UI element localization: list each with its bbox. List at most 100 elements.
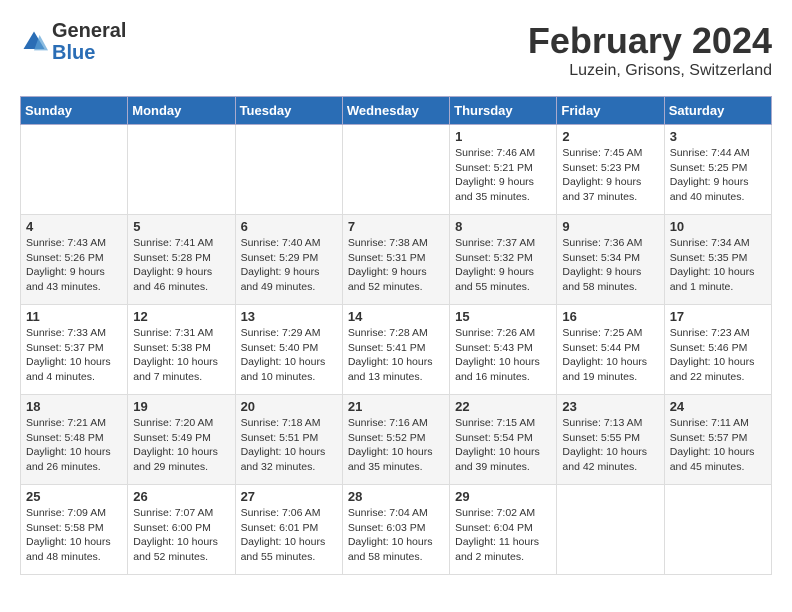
day-header-monday: Monday [128,97,235,125]
day-number: 13 [241,309,337,324]
calendar-cell: 16Sunrise: 7:25 AMSunset: 5:44 PMDayligh… [557,305,664,395]
day-number: 2 [562,129,658,144]
calendar-cell: 1Sunrise: 7:46 AMSunset: 5:21 PMDaylight… [450,125,557,215]
day-number: 26 [133,489,229,504]
calendar-cell: 15 Sunrise: 7:26 AMSunset: 5:43 PMDayligh… [450,305,557,395]
calendar-cell: 29 Sunrise: 7:02 AMSunset: 6:04 PMDayligh… [450,485,557,575]
day-number: 15 [455,309,551,324]
calendar-cell: 21Sunrise: 7:16 AMSunset: 5:52 PMDayligh… [342,395,449,485]
day-number: 12 [133,309,229,324]
calendar-cell: 12 Sunrise: 7:31 AMSunset: 5:38 PMDayligh… [128,305,235,395]
day-number: 17 [670,309,766,324]
day-number: 23 [562,399,658,414]
calendar-cell: 11Sunrise: 7:33 AMSunset: 5:37 PMDayligh… [21,305,128,395]
calendar-cell [128,125,235,215]
day-info: Sunrise: 7:34 AMSunset: 5:35 PMDaylight:… [670,236,766,295]
calendar-cell: 18 Sunrise: 7:21 AMSunset: 5:48 PMDayligh… [21,395,128,485]
day-number: 5 [133,219,229,234]
calendar-week-row: 25 Sunrise: 7:09 AMSunset: 5:58 PMDayligh… [21,485,772,575]
calendar-week-row: 1Sunrise: 7:46 AMSunset: 5:21 PMDaylight… [21,125,772,215]
day-info: Sunrise: 7:11 AMSunset: 5:57 PMDaylight:… [670,416,766,475]
day-header-tuesday: Tuesday [235,97,342,125]
day-info: Sunrise: 7:26 AMSunset: 5:43 PMDaylight:… [455,326,551,385]
day-info: Sunrise: 7:09 AMSunset: 5:58 PMDaylight:… [26,506,122,565]
day-info: Sunrise: 7:02 AMSunset: 6:04 PMDaylight:… [455,506,551,565]
day-header-wednesday: Wednesday [342,97,449,125]
calendar-cell: 3 Sunrise: 7:44 AMSunset: 5:25 PMDaylight… [664,125,771,215]
day-info: Sunrise: 7:28 AMSunset: 5:41 PMDaylight:… [348,326,444,385]
logo: General Blue [20,20,126,64]
title-block: February 2024 Luzein, Grisons, Switzerla… [528,20,772,80]
day-info: Sunrise: 7:15 AMSunset: 5:54 PMDaylight:… [455,416,551,475]
day-number: 21 [348,399,444,414]
day-info: Sunrise: 7:23 AMSunset: 5:46 PMDaylight:… [670,326,766,385]
calendar-cell [342,125,449,215]
day-info: Sunrise: 7:29 AMSunset: 5:40 PMDaylight:… [241,326,337,385]
days-of-week-row: SundayMondayTuesdayWednesdayThursdayFrid… [21,97,772,125]
day-number: 27 [241,489,337,504]
calendar-cell: 2 Sunrise: 7:45 AMSunset: 5:23 PMDaylight… [557,125,664,215]
day-info: Sunrise: 7:37 AMSunset: 5:32 PMDaylight:… [455,236,551,295]
calendar-cell: 19Sunrise: 7:20 AMSunset: 5:49 PMDayligh… [128,395,235,485]
calendar-cell [557,485,664,575]
day-header-thursday: Thursday [450,97,557,125]
day-info: Sunrise: 7:43 AMSunset: 5:26 PMDaylight:… [26,236,122,295]
day-number: 10 [670,219,766,234]
day-header-saturday: Saturday [664,97,771,125]
day-info: Sunrise: 7:44 AMSunset: 5:25 PMDaylight:… [670,146,766,205]
day-number: 7 [348,219,444,234]
day-info: Sunrise: 7:45 AMSunset: 5:23 PMDaylight:… [562,146,658,205]
day-info: Sunrise: 7:04 AMSunset: 6:03 PMDaylight:… [348,506,444,565]
day-number: 29 [455,489,551,504]
day-info: Sunrise: 7:21 AMSunset: 5:48 PMDaylight:… [26,416,122,475]
day-info: Sunrise: 7:25 AMSunset: 5:44 PMDaylight:… [562,326,658,385]
calendar-cell [664,485,771,575]
day-info: Sunrise: 7:33 AMSunset: 5:37 PMDaylight:… [26,326,122,385]
calendar-cell: 14 Sunrise: 7:28 AMSunset: 5:41 PMDayligh… [342,305,449,395]
calendar-cell: 5 Sunrise: 7:41 AMSunset: 5:28 PMDaylight… [128,215,235,305]
day-number: 25 [26,489,122,504]
calendar-cell: 24 Sunrise: 7:11 AMSunset: 5:57 PMDayligh… [664,395,771,485]
day-number: 14 [348,309,444,324]
calendar-cell: 28Sunrise: 7:04 AMSunset: 6:03 PMDayligh… [342,485,449,575]
calendar-cell: 25 Sunrise: 7:09 AMSunset: 5:58 PMDayligh… [21,485,128,575]
calendar-cell: 6 Sunrise: 7:40 AMSunset: 5:29 PMDaylight… [235,215,342,305]
calendar-cell [235,125,342,215]
calendar-cell: 13 Sunrise: 7:29 AMSunset: 5:40 PMDayligh… [235,305,342,395]
calendar-cell: 8 Sunrise: 7:37 AMSunset: 5:32 PMDaylight… [450,215,557,305]
day-number: 18 [26,399,122,414]
day-info: Sunrise: 7:07 AMSunset: 6:00 PMDaylight:… [133,506,229,565]
day-number: 3 [670,129,766,144]
day-info: Sunrise: 7:36 AMSunset: 5:34 PMDaylight:… [562,236,658,295]
day-number: 20 [241,399,337,414]
day-info: Sunrise: 7:18 AMSunset: 5:51 PMDaylight:… [241,416,337,475]
logo-general-text: General [52,20,126,42]
calendar-cell: 23 Sunrise: 7:13 AMSunset: 5:55 PMDayligh… [557,395,664,485]
calendar-cell: 4Sunrise: 7:43 AMSunset: 5:26 PMDaylight… [21,215,128,305]
logo-blue-text: Blue [52,42,95,64]
day-info: Sunrise: 7:41 AMSunset: 5:28 PMDaylight:… [133,236,229,295]
day-number: 19 [133,399,229,414]
day-number: 24 [670,399,766,414]
calendar-cell: 27Sunrise: 7:06 AMSunset: 6:01 PMDayligh… [235,485,342,575]
day-info: Sunrise: 7:40 AMSunset: 5:29 PMDaylight:… [241,236,337,295]
calendar-cell: 7Sunrise: 7:38 AMSunset: 5:31 PMDaylight… [342,215,449,305]
day-info: Sunrise: 7:13 AMSunset: 5:55 PMDaylight:… [562,416,658,475]
calendar-table: SundayMondayTuesdayWednesdayThursdayFrid… [20,96,772,575]
day-number: 8 [455,219,551,234]
calendar-week-row: 11Sunrise: 7:33 AMSunset: 5:37 PMDayligh… [21,305,772,395]
day-info: Sunrise: 7:46 AMSunset: 5:21 PMDaylight:… [455,146,551,205]
calendar-cell: 9 Sunrise: 7:36 AMSunset: 5:34 PMDaylight… [557,215,664,305]
page-header: General Blue February 2024 Luzein, Griso… [20,20,772,80]
calendar-week-row: 18 Sunrise: 7:21 AMSunset: 5:48 PMDayligh… [21,395,772,485]
day-number: 22 [455,399,551,414]
day-info: Sunrise: 7:31 AMSunset: 5:38 PMDaylight:… [133,326,229,385]
day-number: 6 [241,219,337,234]
month-year-title: February 2024 [528,20,772,62]
day-number: 9 [562,219,658,234]
calendar-cell: 10 Sunrise: 7:34 AMSunset: 5:35 PMDayligh… [664,215,771,305]
day-header-friday: Friday [557,97,664,125]
calendar-cell [21,125,128,215]
calendar-week-row: 4Sunrise: 7:43 AMSunset: 5:26 PMDaylight… [21,215,772,305]
calendar-cell: 22 Sunrise: 7:15 AMSunset: 5:54 PMDayligh… [450,395,557,485]
